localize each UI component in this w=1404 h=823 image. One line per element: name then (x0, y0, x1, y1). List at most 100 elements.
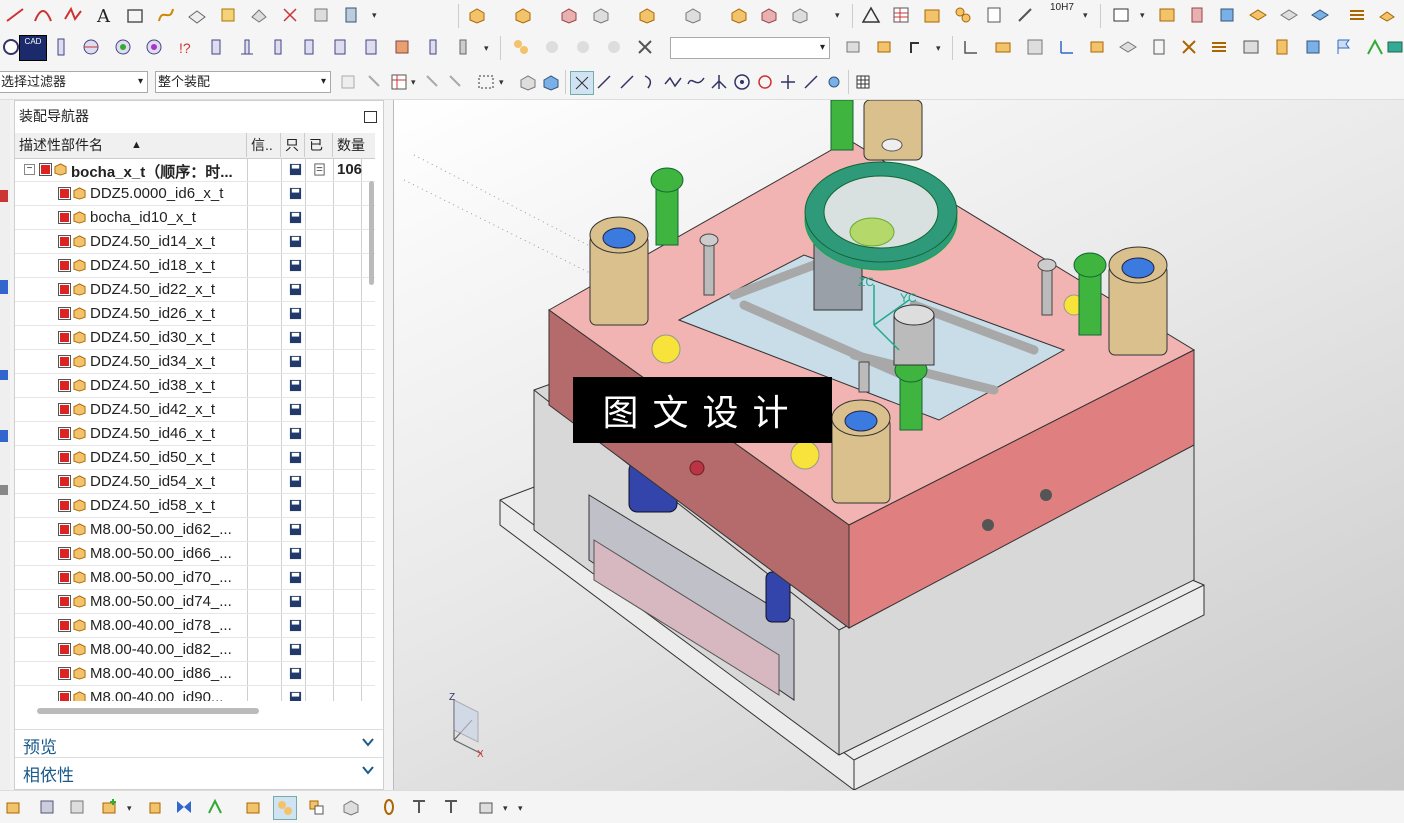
copy-icon[interactable] (445, 71, 467, 93)
mirror-icon[interactable] (173, 796, 195, 818)
resource-tab-icon[interactable] (0, 485, 8, 495)
visibility-checkbox[interactable] (58, 379, 71, 392)
line-snap-icon[interactable] (593, 71, 615, 93)
box-icon[interactable] (1086, 36, 1108, 58)
tolerance-label[interactable]: 10H7 (1050, 2, 1074, 13)
grid-icon[interactable] (852, 71, 874, 93)
project-icon[interactable] (279, 4, 301, 26)
visibility-checkbox[interactable] (58, 499, 71, 512)
maximize-icon[interactable] (364, 111, 377, 123)
chair-icon[interactable] (1376, 4, 1398, 26)
mirror-icon[interactable] (603, 36, 625, 58)
hole-icon[interactable] (590, 4, 612, 26)
chevron-down-icon[interactable]: ▾ (503, 803, 508, 814)
spline-snap-icon[interactable] (662, 71, 684, 93)
link-icon[interactable] (378, 796, 400, 818)
target-icon[interactable] (112, 36, 134, 58)
chevron-down-icon[interactable]: ▾ (411, 77, 416, 88)
dropdown-empty[interactable]: ▾ (670, 37, 830, 59)
graphics-viewport[interactable]: ZC YC Z X 图文设计 (393, 100, 1404, 790)
chevron-down-icon[interactable]: ▾ (518, 803, 523, 814)
visibility-checkbox[interactable] (58, 211, 71, 224)
visibility-checkbox[interactable] (58, 691, 71, 701)
tree-item-row[interactable]: DDZ4.50_id42_x_t (15, 398, 375, 422)
tree-item-row[interactable]: bocha_id10_x_t (15, 206, 375, 230)
tree-item-row[interactable]: M8.00-40.00_id86_... (15, 662, 375, 686)
plate-icon[interactable] (992, 36, 1014, 58)
pin-icon[interactable] (50, 36, 72, 58)
solid-icon[interactable] (517, 71, 539, 93)
table-icon[interactable] (890, 4, 912, 26)
spline-icon[interactable] (62, 4, 84, 26)
column-header-name[interactable]: 描述性部件名 ▲ (15, 133, 247, 157)
frame-icon[interactable] (360, 36, 382, 58)
visibility-checkbox[interactable] (58, 259, 71, 272)
visibility-checkbox[interactable] (58, 643, 71, 656)
line2-snap-icon[interactable] (616, 71, 638, 93)
bracket-icon[interactable] (205, 36, 227, 58)
tree-item-row[interactable]: DDZ4.50_id34_x_t (15, 350, 375, 374)
bracket-view-icon[interactable] (1148, 36, 1170, 58)
tools-icon[interactable] (634, 36, 656, 58)
chamfer-icon[interactable] (758, 4, 780, 26)
point-snap-icon[interactable] (570, 71, 594, 95)
profile-icon[interactable] (1302, 36, 1324, 58)
tree-item-row[interactable]: M8.00-50.00_id62_... (15, 518, 375, 542)
grid-icon[interactable] (391, 36, 413, 58)
collapse-icon[interactable]: − (24, 164, 35, 175)
column-header-readonly[interactable]: 只 (281, 133, 305, 157)
chevron-down-icon[interactable]: ▾ (484, 43, 489, 54)
visibility-checkbox[interactable] (58, 451, 71, 464)
revolve-icon[interactable] (558, 4, 580, 26)
chevron-down-icon[interactable]: ▾ (936, 43, 941, 54)
slab-icon[interactable] (1247, 4, 1269, 26)
matrix-icon[interactable] (1024, 36, 1046, 58)
copy-icon[interactable] (422, 71, 444, 93)
visibility-checkbox[interactable] (58, 355, 71, 368)
stack-icon[interactable] (1346, 4, 1368, 26)
stack-icon[interactable] (1208, 36, 1230, 58)
mold-assembly-model[interactable]: ZC YC Z X (394, 100, 1404, 790)
line-icon[interactable] (4, 4, 26, 26)
bar-icon[interactable] (422, 36, 444, 58)
cross-icon[interactable] (80, 36, 102, 58)
chevron-down-icon[interactable]: ▾ (499, 77, 504, 88)
boss-icon[interactable] (636, 4, 658, 26)
visibility-checkbox[interactable] (58, 475, 71, 488)
tree-item-row[interactable]: DDZ4.50_id50_x_t (15, 446, 375, 470)
slot-icon[interactable] (329, 36, 351, 58)
center-snap-icon[interactable] (731, 71, 753, 93)
cube-yellow-icon[interactable] (873, 36, 895, 58)
shell-icon[interactable] (789, 4, 811, 26)
select-icon[interactable] (364, 71, 386, 93)
tree-item-row[interactable]: M8.00-40.00_id90... (15, 686, 375, 701)
component-icon[interactable] (2, 796, 24, 818)
tree-item-row[interactable]: DDZ4.50_id58_x_t (15, 494, 375, 518)
section-icon[interactable] (340, 796, 362, 818)
vertical-scrollbar[interactable] (369, 181, 374, 285)
visibility-checkbox[interactable] (58, 427, 71, 440)
column-header-modified[interactable]: 已 (305, 133, 333, 157)
intersection-snap-icon[interactable] (708, 71, 730, 93)
tree-item-row[interactable]: M8.00-50.00_id70_... (15, 566, 375, 590)
tree-item-row[interactable]: DDZ4.50_id22_x_t (15, 278, 375, 302)
cube-blue-icon[interactable] (540, 71, 562, 93)
resource-tab-icon[interactable] (0, 280, 8, 294)
mold-icon[interactable] (1156, 4, 1178, 26)
section-icon[interactable] (340, 4, 362, 26)
assembly-icon[interactable] (36, 796, 58, 818)
tree-item-row[interactable]: DDZ4.50_id30_x_t (15, 326, 375, 350)
horizontal-scrollbar[interactable] (37, 708, 259, 714)
column-header-info[interactable]: 信.. (247, 133, 281, 157)
tree-item-row[interactable]: DDZ4.50_id54_x_t (15, 470, 375, 494)
rail-icon[interactable] (298, 36, 320, 58)
chevron-down-icon[interactable]: ▾ (127, 803, 132, 814)
extract-icon[interactable] (217, 4, 239, 26)
arc-icon[interactable] (32, 4, 54, 26)
crane-icon[interactable] (1364, 36, 1386, 58)
visibility-checkbox[interactable] (58, 619, 71, 632)
move-icon[interactable] (388, 71, 410, 93)
coordinate-icon[interactable] (1056, 36, 1078, 58)
book-icon[interactable] (1309, 4, 1331, 26)
visibility-checkbox[interactable] (58, 403, 71, 416)
